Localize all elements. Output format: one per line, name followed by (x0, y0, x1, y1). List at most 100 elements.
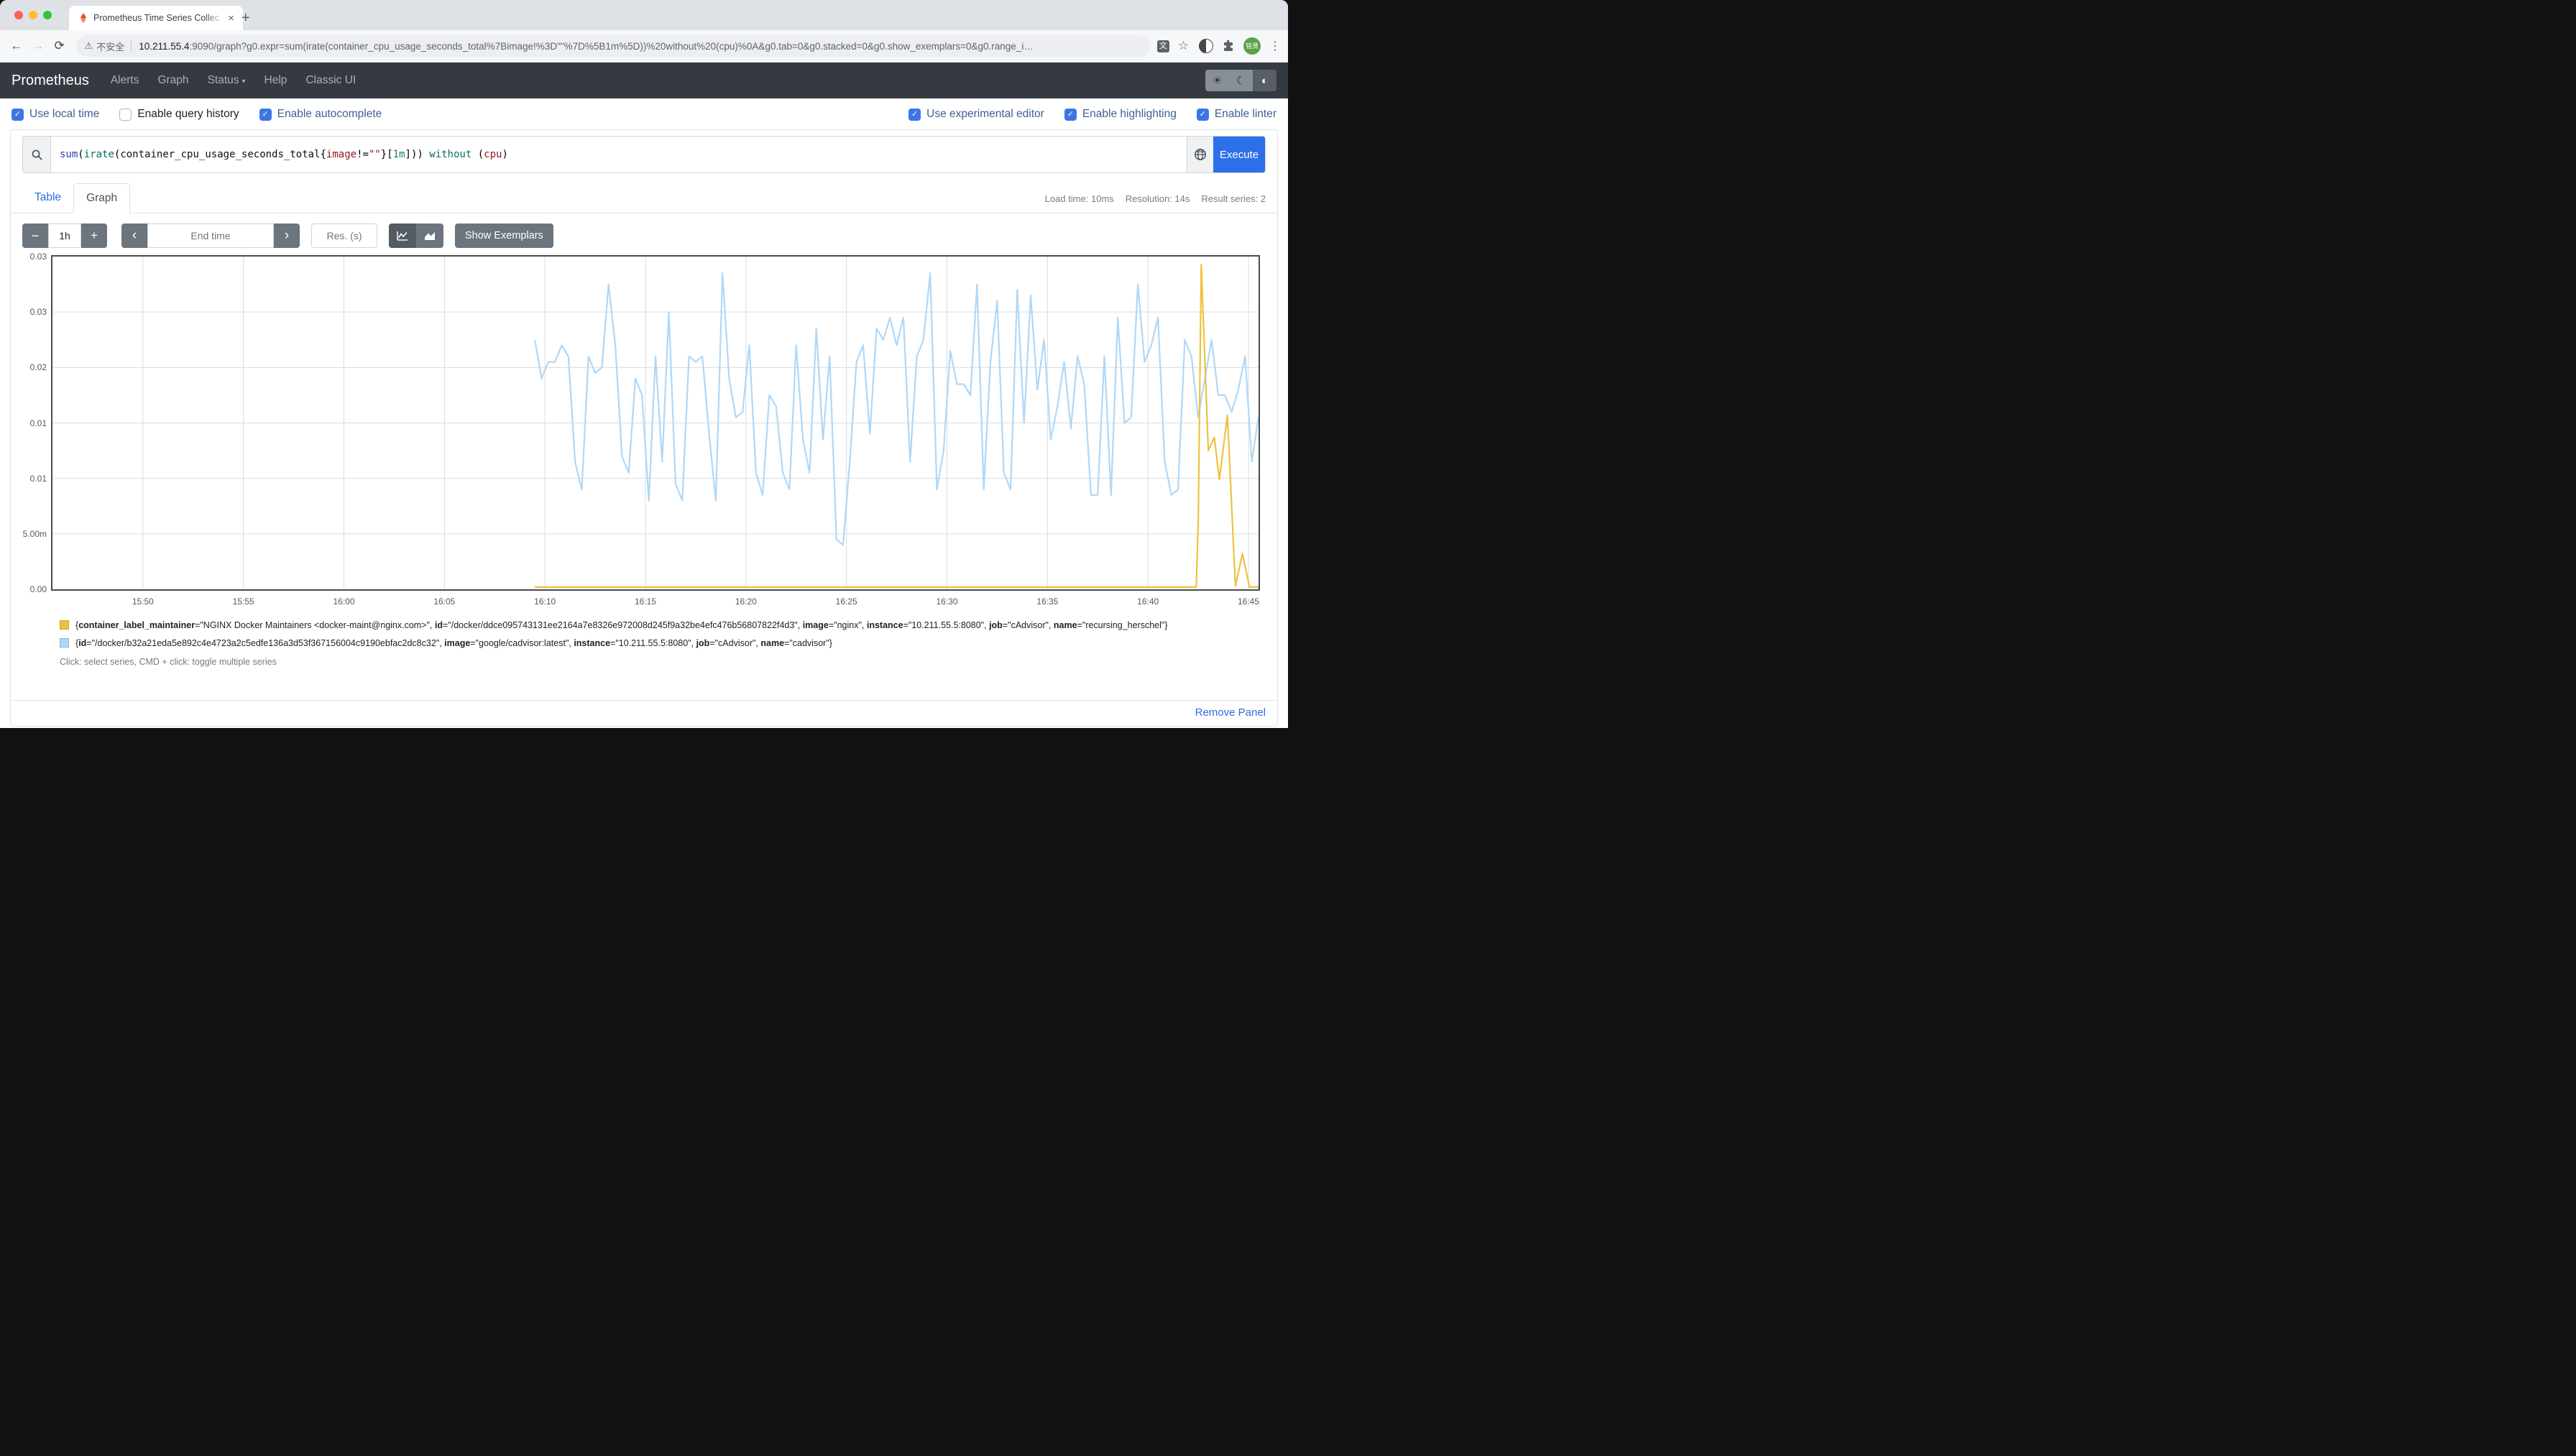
stacked-chart-toggle-button[interactable] (416, 224, 443, 248)
checked-checkbox-icon[interactable]: ✓ (1064, 109, 1077, 121)
plot-svg (52, 257, 1259, 589)
settings-right-group: ✓ Use experimental editor ✓ Enable highligh… (908, 108, 1276, 121)
query-token (423, 149, 429, 160)
x-tick-label: 15:55 (224, 596, 264, 607)
legend-item[interactable]: {id="/docker/b32a21eda5e892c4e4723a2c5ed… (60, 637, 1266, 650)
time-forward-chevron-button[interactable]: › (274, 224, 300, 248)
tab-table[interactable]: Table (22, 183, 73, 213)
bookmark-star-icon[interactable]: ☆ (1178, 39, 1189, 53)
checked-checkbox-icon[interactable]: ✓ (12, 109, 24, 121)
checkbox-enable-linter[interactable]: ✓Enable linter (1197, 108, 1276, 121)
range-increase-button[interactable]: + (81, 224, 107, 248)
browser-tab[interactable]: Prometheus Time Series Collec × (69, 6, 243, 30)
brand-logo[interactable]: Prometheus (12, 73, 89, 89)
end-time-input[interactable] (147, 224, 274, 248)
x-tick-label: 16:45 (1228, 596, 1269, 607)
omnibox-divider (131, 40, 132, 52)
query-token: cpu (484, 149, 502, 160)
browser-tab-strip: Prometheus Time Series Collec × + (0, 0, 1288, 30)
checkbox-label: Use experimental editor (926, 108, 1044, 121)
query-token: ( (78, 149, 83, 160)
url-text[interactable]: 10.211.55.4:9090/graph?g0.expr=sum(irate… (139, 41, 1034, 52)
series-labelset[interactable]: {id="/docker/b32a21eda5e892c4e4723a2c5ed… (75, 637, 832, 650)
dark-theme-moon-icon[interactable]: ☾ (1229, 70, 1253, 91)
stacked-chart-icon (424, 231, 436, 241)
checkbox-label: Enable highlighting (1082, 108, 1177, 121)
nav-link-classic-ui[interactable]: Classic UI (305, 74, 356, 87)
query-stats: Load time: 10ms Resolution: 14s Result s… (1045, 193, 1266, 204)
x-tick-label: 15:50 (123, 596, 163, 607)
graph-controls: − + ‹ › Show Exemplars (22, 224, 1266, 248)
profile-avatar[interactable]: 铭贤 (1243, 37, 1261, 55)
plot-area[interactable] (51, 255, 1260, 591)
query-expression-input[interactable]: sum(irate(container_cpu_usage_seconds_to… (51, 137, 1187, 172)
checkbox-use-local-time[interactable]: ✓ Use local time (12, 108, 99, 121)
unchecked-checkbox-icon[interactable] (119, 109, 132, 121)
show-exemplars-button[interactable]: Show Exemplars (455, 224, 553, 248)
query-token: } (381, 149, 387, 160)
light-theme-sun-icon[interactable]: ☀ (1205, 70, 1229, 91)
close-tab-icon[interactable]: × (225, 12, 237, 24)
not-secure-warning-icon: ⚠ (85, 40, 93, 52)
checkbox-label: Use local time (29, 108, 99, 121)
nav-link-alerts[interactable]: Alerts (111, 74, 139, 87)
minimize-window-button[interactable] (29, 11, 37, 19)
checkbox-enable-autocomplete[interactable]: ✓ Enable autocomplete (259, 108, 382, 121)
new-tab-button[interactable]: + (242, 6, 250, 30)
tab-graph[interactable]: Graph (73, 183, 130, 213)
series-labelset[interactable]: {container_label_maintainer="NGINX Docke… (75, 619, 1168, 632)
time-back-chevron-button[interactable]: ‹ (121, 224, 147, 248)
query-token: ( (472, 149, 484, 160)
prometheus-favicon (78, 12, 89, 24)
browser-menu-icon[interactable]: ⋮ (1269, 39, 1281, 53)
y-tick-label: 0.03 (22, 252, 47, 262)
checked-checkbox-icon[interactable]: ✓ (1197, 109, 1209, 121)
range-decrease-button[interactable]: − (22, 224, 48, 248)
line-chart-toggle-button[interactable] (389, 224, 416, 248)
result-series: Result series: 2 (1201, 193, 1266, 204)
metrics-explorer-addon[interactable] (1187, 137, 1213, 172)
query-token: [ (387, 149, 392, 160)
url-host: 10.211.55.4 (139, 41, 189, 52)
globe-icon (1194, 148, 1207, 161)
auto-theme-contrast-icon[interactable]: ◐ (1253, 70, 1276, 91)
checkbox-enable-query-history[interactable]: Enable query history (119, 108, 239, 121)
resolution: Resolution: 14s (1126, 193, 1190, 204)
checkbox-enable-highlighting[interactable]: ✓ Enable highlighting (1064, 108, 1177, 121)
nav-link-help[interactable]: Help (264, 74, 288, 87)
security-chip[interactable]: 不安全 (96, 40, 124, 53)
query-token: sum (60, 149, 78, 160)
execute-button[interactable]: Execute (1213, 137, 1265, 172)
checkbox-label: Enable autocomplete (277, 108, 382, 121)
checked-checkbox-icon[interactable]: ✓ (908, 109, 921, 121)
query-bar: sum(irate(container_cpu_usage_seconds_to… (22, 136, 1266, 173)
close-window-button[interactable] (14, 11, 23, 19)
url-path: :9090/graph?g0.expr=sum(irate(container_… (190, 41, 1034, 52)
maximize-window-button[interactable] (43, 11, 52, 19)
translate-icon[interactable]: 文 (1157, 40, 1169, 52)
reload-icon[interactable]: ⟳ (49, 39, 70, 53)
legend-item[interactable]: {container_label_maintainer="NGINX Docke… (60, 619, 1266, 632)
x-tick-label: 16:30 (927, 596, 967, 607)
checked-checkbox-icon[interactable]: ✓ (259, 109, 272, 121)
forward-icon[interactable]: → (27, 39, 49, 53)
navbar-links: Alerts Graph Status▾ Help Classic UI (111, 74, 356, 87)
legend-hint: Click: select series, CMD + click: toggl… (60, 657, 1266, 667)
graph-section: − + ‹ › Show Exemplars 0.030.030.020.010… (11, 213, 1277, 667)
nav-link-graph[interactable]: Graph (157, 74, 188, 87)
resolution-input[interactable] (311, 224, 377, 248)
remove-panel-link[interactable]: Remove Panel (1195, 706, 1266, 719)
query-panel: sum(irate(container_cpu_usage_seconds_to… (10, 129, 1278, 727)
range-input[interactable] (48, 224, 81, 248)
address-bar[interactable]: ⚠ 不安全 10.211.55.4:9090/graph?g0.expr=sum… (76, 35, 1150, 57)
back-icon[interactable]: ← (6, 39, 27, 53)
query-token: container_cpu_usage_seconds_total (120, 149, 320, 160)
checkbox-use-experimental-editor[interactable]: ✓ Use experimental editor (908, 108, 1044, 121)
query-token: ] (405, 149, 411, 160)
extension-icon[interactable] (1199, 39, 1213, 53)
extensions-puzzle-icon[interactable] (1222, 40, 1235, 52)
query-token: )) (411, 149, 423, 160)
browser-window: { "browser": { "tab_title": "Prometheus … (0, 0, 1288, 728)
nav-link-status[interactable]: Status▾ (208, 74, 246, 87)
prometheus-navbar: Prometheus Alerts Graph Status▾ Help Classic… (0, 63, 1288, 98)
